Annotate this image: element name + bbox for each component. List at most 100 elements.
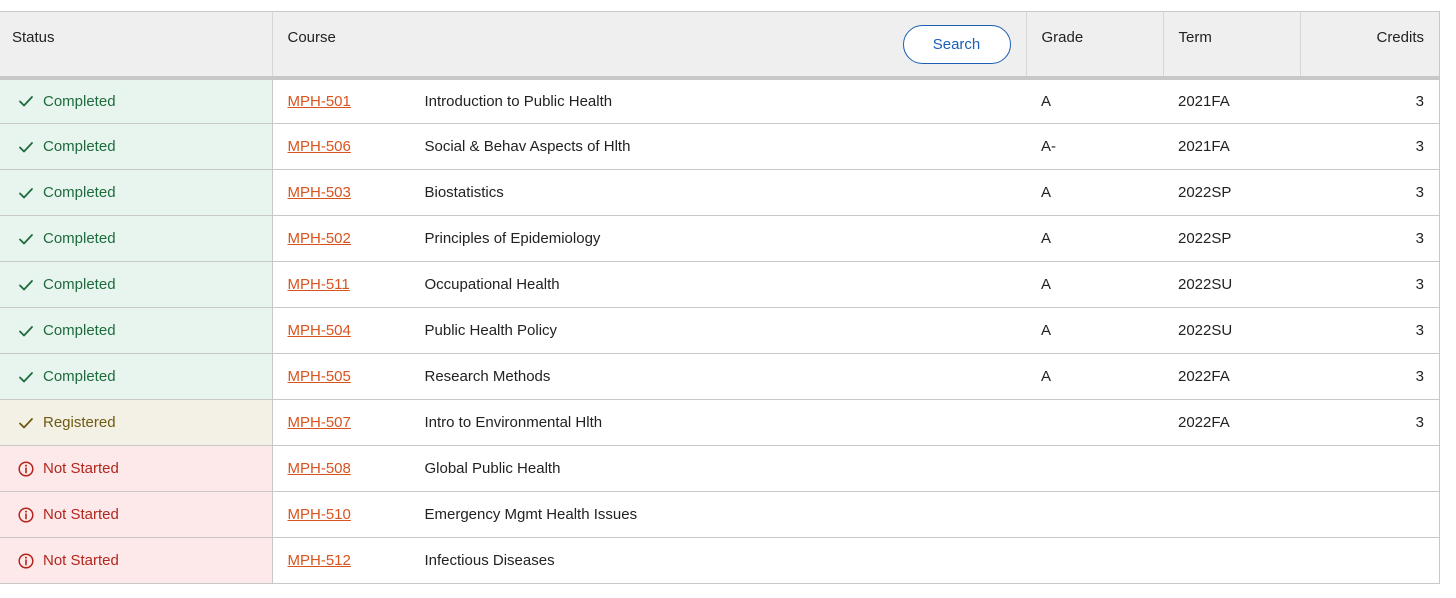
- credits-cell: 3: [1300, 123, 1439, 170]
- status-cell: Registered: [0, 399, 273, 446]
- course-title: Emergency Mgmt Health Issues: [424, 506, 638, 523]
- course-cell: MPH-503 Biostatistics: [272, 169, 1026, 216]
- table-row: Completed MPH-511 Occupational Health A 2022…: [0, 261, 1439, 308]
- status-label: Completed: [43, 368, 116, 385]
- grade-cell: A: [1026, 353, 1163, 400]
- credits-cell: [1300, 445, 1439, 492]
- status-cell: Not Started: [0, 491, 273, 538]
- credits-cell: 3: [1300, 353, 1439, 400]
- course-cell: MPH-508 Global Public Health: [272, 445, 1026, 492]
- term-cell: 2022FA: [1163, 399, 1300, 446]
- status-label: Not Started: [43, 506, 119, 523]
- course-code-link[interactable]: MPH-505: [288, 368, 425, 385]
- credits-cell: [1300, 537, 1439, 584]
- status-label: Completed: [43, 230, 116, 247]
- course-code-link[interactable]: MPH-506: [288, 138, 425, 155]
- term-cell: 2022SU: [1163, 307, 1300, 354]
- check-icon: [18, 139, 34, 155]
- course-title: Introduction to Public Health: [424, 92, 613, 110]
- grade-cell: A: [1026, 261, 1163, 308]
- term-cell: [1163, 445, 1300, 492]
- course-code-link[interactable]: MPH-501: [288, 93, 425, 110]
- info-circle-icon: [18, 460, 34, 477]
- grade-cell: [1026, 399, 1163, 446]
- column-header-grade[interactable]: Grade: [1026, 11, 1164, 80]
- status-label: Completed: [43, 322, 116, 339]
- column-header-course[interactable]: Course Search: [272, 11, 1027, 80]
- course-cell: MPH-501 Introduction to Public Health: [272, 77, 1026, 124]
- status-cell: Completed: [0, 353, 273, 400]
- credits-cell: [1300, 491, 1439, 538]
- credits-cell: 3: [1300, 399, 1439, 446]
- status-cell: Not Started: [0, 537, 273, 584]
- course-table-container: Status Course Search Grade Term Credits …: [0, 11, 1440, 584]
- check-icon: [18, 415, 34, 431]
- term-cell: 2022SU: [1163, 261, 1300, 308]
- status-label: Not Started: [43, 460, 119, 477]
- credits-cell: 3: [1300, 261, 1439, 308]
- check-icon: [18, 369, 34, 385]
- course-code-link[interactable]: MPH-507: [288, 414, 425, 431]
- course-cell: MPH-512 Infectious Diseases: [272, 537, 1026, 584]
- check-icon: [18, 277, 34, 293]
- term-cell: 2021FA: [1163, 77, 1300, 124]
- table-row: Completed MPH-504 Public Health Policy A 202…: [0, 307, 1439, 354]
- info-circle-icon: [18, 506, 34, 523]
- course-code-link[interactable]: MPH-508: [288, 460, 425, 477]
- header-row: Status Course Search Grade Term Credits: [0, 11, 1439, 80]
- check-icon: [18, 231, 34, 247]
- grade-cell: [1026, 537, 1163, 584]
- status-cell: Completed: [0, 215, 273, 262]
- course-code-link[interactable]: MPH-510: [288, 506, 425, 523]
- column-header-status[interactable]: Status: [0, 11, 273, 80]
- status-label: Completed: [43, 138, 116, 155]
- course-title: Principles of Epidemiology: [424, 230, 601, 247]
- column-header-term[interactable]: Term: [1163, 11, 1301, 80]
- status-label: Not Started: [43, 552, 119, 569]
- status-cell: Not Started: [0, 445, 273, 492]
- table-row: Completed MPH-502 Principles of Epidemiolo…: [0, 215, 1439, 262]
- course-cell: MPH-510 Emergency Mgmt Health Issues: [272, 491, 1026, 538]
- grade-cell: A: [1026, 77, 1163, 124]
- course-title: Biostatistics: [424, 184, 504, 201]
- course-cell: MPH-504 Public Health Policy: [272, 307, 1026, 354]
- term-cell: 2022FA: [1163, 353, 1300, 400]
- course-code-link[interactable]: MPH-511: [288, 276, 425, 293]
- credits-cell: 3: [1300, 215, 1439, 262]
- credits-cell: 3: [1300, 169, 1439, 216]
- table-row: Registered MPH-507 Intro to Environmental …: [0, 399, 1439, 446]
- term-cell: [1163, 537, 1300, 584]
- status-cell: Completed: [0, 169, 273, 216]
- grade-cell: [1026, 445, 1163, 492]
- grade-cell: A: [1026, 215, 1163, 262]
- course-code-link[interactable]: MPH-503: [288, 184, 425, 201]
- course-title: Research Methods: [424, 368, 551, 385]
- course-title: Intro to Environmental Hlth: [424, 414, 603, 431]
- course-cell: MPH-506 Social & Behav Aspects of Hlth: [272, 123, 1026, 170]
- table-row: Completed MPH-505 Research Methods A 2022FA 3: [0, 353, 1439, 400]
- course-title: Public Health Policy: [424, 322, 558, 339]
- course-cell: MPH-511 Occupational Health: [272, 261, 1026, 308]
- course-title: Infectious Diseases: [424, 552, 555, 569]
- status-cell: Completed: [0, 123, 273, 170]
- course-title: Social & Behav Aspects of Hlth: [424, 138, 631, 155]
- status-cell: Completed: [0, 307, 273, 354]
- column-header-credits[interactable]: Credits: [1300, 11, 1439, 80]
- check-icon: [18, 323, 34, 339]
- table-row: Not Started MPH-510 Emergency Mgmt Health …: [0, 491, 1439, 538]
- status-cell: Completed: [0, 261, 273, 308]
- table-row: Completed MPH-501 Introduction to Public H…: [0, 77, 1439, 124]
- table-row: Not Started MPH-512 Infectious Diseases: [0, 537, 1439, 584]
- term-cell: 2022SP: [1163, 215, 1300, 262]
- course-title: Global Public Health: [424, 460, 561, 477]
- table-row: Completed MPH-503 Biostatistics A 2022SP 3: [0, 169, 1439, 216]
- course-code-link[interactable]: MPH-502: [288, 230, 425, 247]
- column-header-course-label: Course: [287, 29, 336, 46]
- status-label: Registered: [43, 414, 116, 431]
- course-code-link[interactable]: MPH-504: [288, 322, 425, 339]
- course-cell: MPH-505 Research Methods: [272, 353, 1026, 400]
- course-progress-table: Status Course Search Grade Term Credits …: [0, 11, 1439, 584]
- status-label: Completed: [43, 92, 116, 110]
- search-button[interactable]: Search: [902, 25, 1011, 64]
- course-code-link[interactable]: MPH-512: [288, 552, 425, 569]
